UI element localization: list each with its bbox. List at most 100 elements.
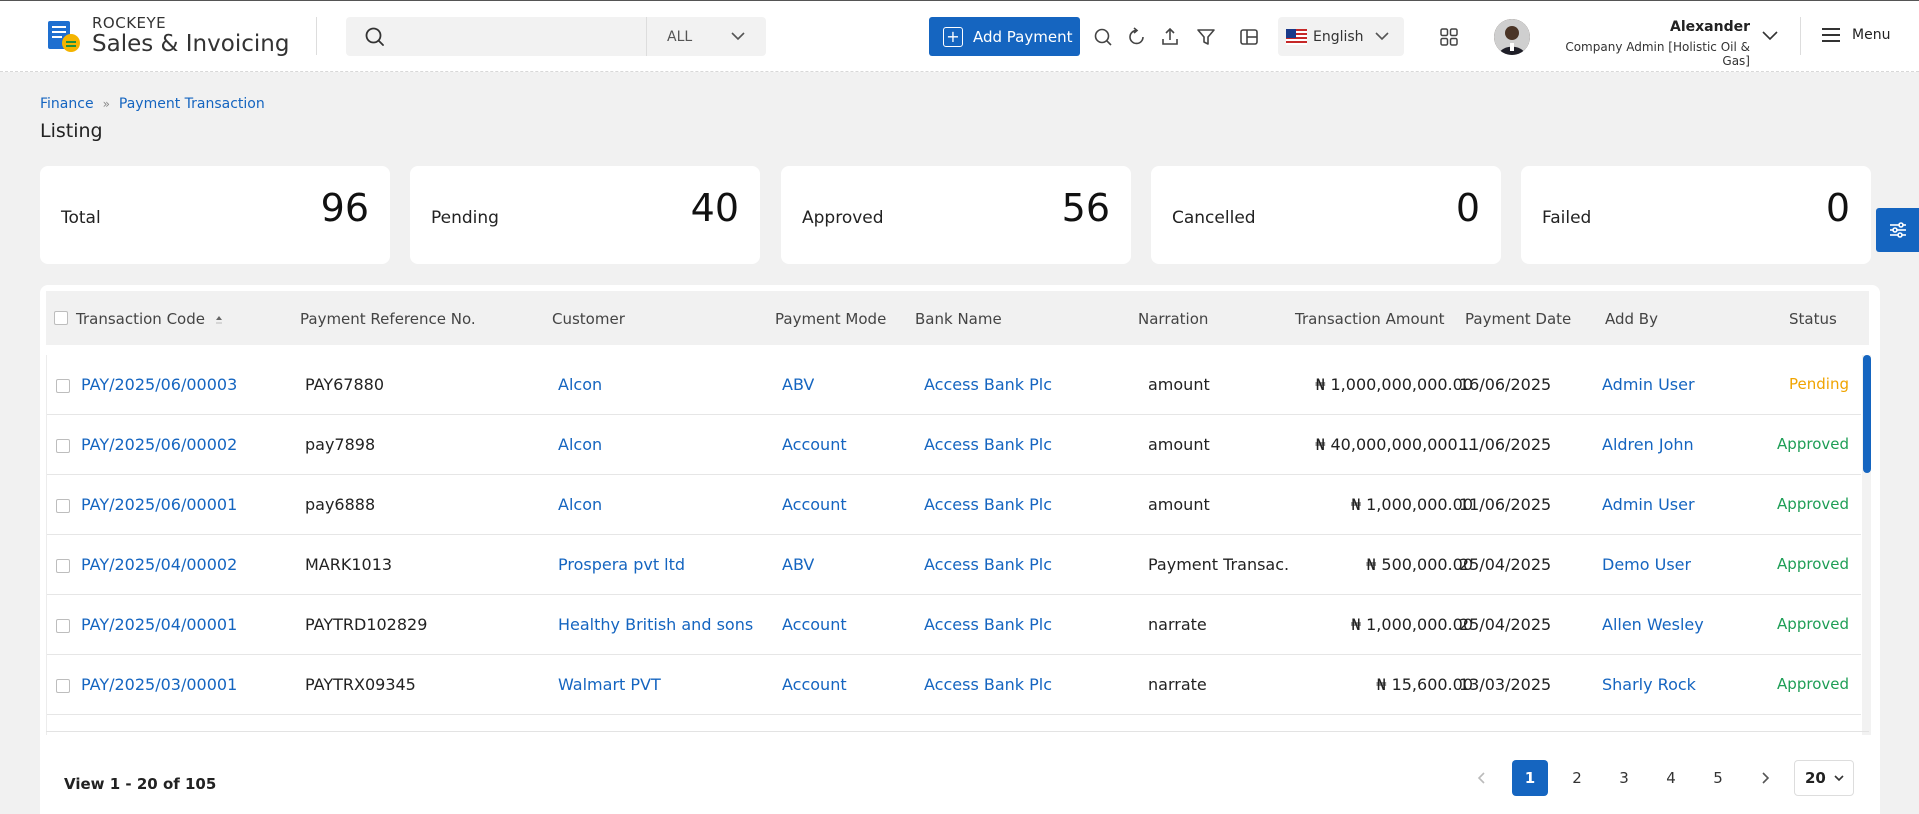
stat-card-pending[interactable]: Pending 40 [410,166,760,264]
user-name[interactable]: Alexander [1540,19,1750,35]
stat-card-approved[interactable]: Approved 56 [781,166,1131,264]
table-scrollbar-thumb[interactable] [1863,355,1871,473]
row-checkbox[interactable] [56,619,70,633]
header-divider [1800,17,1801,55]
table-row[interactable]: PAY/2025/06/00003 PAY67880 Alcon ABV Acc… [47,355,1861,415]
payment-date: 13/03/2025 [1459,675,1552,694]
table-row[interactable]: PAY/2025/04/00002 MARK1013 Prospera pvt … [47,535,1861,595]
column-header-payment-date[interactable]: Payment Date [1465,310,1571,328]
transaction-code-link[interactable]: PAY/2025/06/00003 [81,375,237,394]
user-avatar[interactable] [1494,19,1530,55]
row-checkbox[interactable] [56,559,70,573]
payment-mode[interactable]: ABV [782,375,814,394]
payment-reference: PAY67880 [305,375,384,394]
menu-button[interactable]: Menu [1822,27,1890,43]
customer-link[interactable]: Healthy British and sons [558,615,753,634]
payment-date: 11/06/2025 [1459,495,1552,514]
filter-panel-toggle[interactable] [1876,208,1919,252]
bank-name-link[interactable]: Access Bank Plc [924,495,1052,514]
bank-name-link[interactable]: Access Bank Plc [924,435,1052,454]
stat-card-total[interactable]: Total 96 [40,166,390,264]
transaction-code-link[interactable]: PAY/2025/06/00002 [81,435,237,454]
table-row[interactable]: PAY/2025/03/00001 PAYTRX09345 Walmart PV… [47,655,1861,715]
add-by-link[interactable]: Sharly Rock [1602,675,1696,694]
add-by-link[interactable]: Allen Wesley [1602,615,1704,634]
customer-link[interactable]: Alcon [558,435,602,454]
page-size-select[interactable]: 20 [1794,760,1854,796]
chevron-down-icon [1375,32,1389,41]
add-by-link[interactable]: Demo User [1602,555,1691,574]
language-select[interactable]: English [1278,17,1404,56]
page-button-3[interactable]: 3 [1606,760,1642,796]
bank-name-link[interactable]: Access Bank Plc [924,615,1052,634]
payment-mode[interactable]: ABV [782,555,814,574]
customer-link[interactable]: Alcon [558,375,602,394]
column-header-payment-reference[interactable]: Payment Reference No. [300,310,476,328]
transaction-code-link[interactable]: PAY/2025/04/00001 [81,615,237,634]
breadcrumb-payment-transaction[interactable]: Payment Transaction [119,96,265,112]
transaction-code-link[interactable]: PAY/2025/06/00001 [81,495,237,514]
refresh-icon[interactable] [1126,26,1148,48]
page-button-4[interactable]: 4 [1653,760,1689,796]
bank-name-link[interactable]: Access Bank Plc [924,675,1052,694]
apps-grid-icon[interactable] [1438,26,1460,48]
stat-label: Pending [431,208,499,228]
row-checkbox[interactable] [56,679,70,693]
next-page-button[interactable] [1747,760,1783,796]
bank-name-link[interactable]: Access Bank Plc [924,555,1052,574]
page-button-5[interactable]: 5 [1700,760,1736,796]
zoom-icon[interactable] [1092,26,1114,48]
columns-icon[interactable] [1238,26,1260,48]
table-body: PAY/2025/06/00003 PAY67880 Alcon ABV Acc… [46,355,1861,735]
table-row[interactable]: PAY/2025/06/00002 pay7898 Alcon Account … [47,415,1861,475]
column-header-transaction-code[interactable]: Transaction Code [76,310,223,328]
column-header-payment-mode[interactable]: Payment Mode [775,310,886,328]
column-header-transaction-amount[interactable]: Transaction Amount [1295,310,1445,328]
column-header-customer[interactable]: Customer [552,310,625,328]
table-bottom-divider [46,731,1869,732]
user-role: Company Admin [Holistic Oil & Gas] [1565,40,1750,68]
breadcrumb-finance[interactable]: Finance [40,96,94,112]
add-by-link[interactable]: Admin User [1602,375,1695,394]
sort-asc-icon[interactable] [215,315,223,325]
customer-link[interactable]: Alcon [558,495,602,514]
payment-mode[interactable]: Account [782,495,847,514]
page-button-1[interactable]: 1 [1512,760,1548,796]
chevron-down-icon [731,32,745,41]
add-payment-label: Add Payment [973,27,1073,46]
chevron-down-icon[interactable] [1761,29,1779,43]
search-scope-select[interactable]: ALL [646,17,766,56]
stat-card-failed[interactable]: Failed 0 [1521,166,1871,264]
upload-icon[interactable] [1159,26,1181,48]
prev-page-button[interactable] [1464,760,1500,796]
row-checkbox[interactable] [56,379,70,393]
select-all-checkbox[interactable] [54,311,68,325]
page-button-2[interactable]: 2 [1559,760,1595,796]
customer-link[interactable]: Walmart PVT [558,675,661,694]
stat-value: 56 [1061,186,1110,230]
table-row[interactable]: PAY/2025/06/00001 pay6888 Alcon Account … [47,475,1861,535]
table-row[interactable]: PAY/2025/04/00001 PAYTRD102829 Healthy B… [47,595,1861,655]
status-badge: Pending [1789,375,1849,393]
customer-link[interactable]: Prospera pvt ltd [558,555,685,574]
transaction-code-link[interactable]: PAY/2025/03/00001 [81,675,237,694]
global-search-input[interactable] [346,17,646,56]
add-by-link[interactable]: Admin User [1602,495,1695,514]
row-checkbox[interactable] [56,439,70,453]
add-by-link[interactable]: Aldren John [1602,435,1694,454]
column-header-bank-name[interactable]: Bank Name [915,310,1002,328]
brand-logo[interactable]: ROCKEYE Sales & Invoicing [44,15,289,57]
payment-mode[interactable]: Account [782,675,847,694]
column-header-narration[interactable]: Narration [1138,310,1208,328]
row-checkbox[interactable] [56,499,70,513]
add-payment-button[interactable]: + Add Payment [929,17,1080,56]
filter-icon[interactable] [1195,26,1217,48]
sliders-icon [1889,222,1906,238]
column-header-add-by[interactable]: Add By [1605,310,1658,328]
column-header-status[interactable]: Status [1789,310,1837,328]
payment-mode[interactable]: Account [782,435,847,454]
transaction-code-link[interactable]: PAY/2025/04/00002 [81,555,237,574]
stat-card-cancelled[interactable]: Cancelled 0 [1151,166,1501,264]
bank-name-link[interactable]: Access Bank Plc [924,375,1052,394]
payment-mode[interactable]: Account [782,615,847,634]
